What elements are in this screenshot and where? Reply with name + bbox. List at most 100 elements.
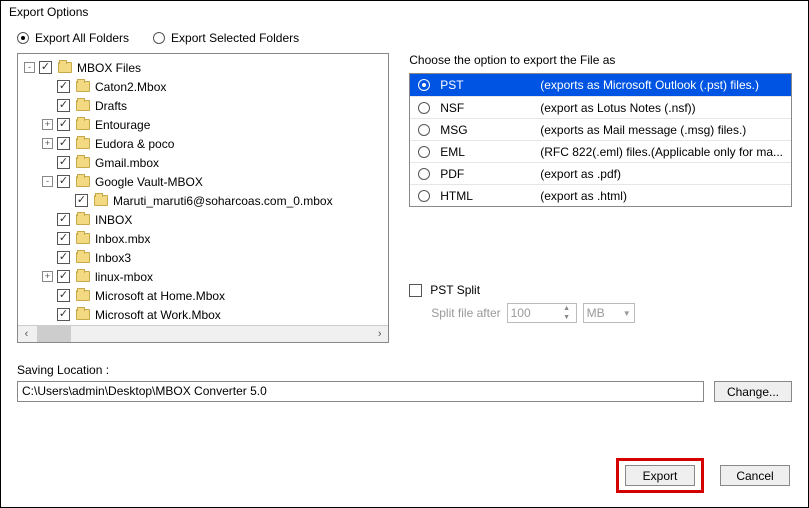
tree-row[interactable]: + ✓ linux-mbox: [24, 267, 382, 286]
horizontal-scrollbar[interactable]: ‹ ›: [18, 325, 388, 342]
folder-label: MBOX Files: [77, 61, 141, 75]
tree-row[interactable]: ✓ Microsoft at Home.Mbox: [24, 286, 382, 305]
folder-icon: [76, 176, 90, 187]
scroll-thumb[interactable]: [37, 326, 71, 342]
format-name: HTML: [440, 189, 530, 203]
split-after-label: Split file after: [431, 306, 500, 320]
folder-checkbox[interactable]: ✓: [57, 213, 70, 226]
folder-icon: [76, 157, 90, 168]
format-option-nsf[interactable]: NSF(export as Lotus Notes (.nsf)): [410, 96, 791, 118]
tree-row[interactable]: ✓ Caton2.Mbox: [24, 77, 382, 96]
expand-icon[interactable]: +: [42, 119, 53, 130]
folder-icon: [76, 100, 90, 111]
radio-export-selected[interactable]: Export Selected Folders: [153, 31, 299, 45]
spinner-down-icon[interactable]: ▼: [561, 313, 573, 322]
folder-checkbox[interactable]: ✓: [57, 99, 70, 112]
folder-checkbox[interactable]: ✓: [57, 80, 70, 93]
tree-row[interactable]: + ✓ Eudora & poco: [24, 134, 382, 153]
tree-row[interactable]: ✓Microsoft at Work.Mbox: [24, 305, 382, 324]
dialog-title: Export Options: [1, 1, 808, 23]
tree-row[interactable]: + ✓ Entourage: [24, 115, 382, 134]
split-size-value: 100: [511, 306, 531, 320]
export-button[interactable]: Export: [625, 465, 695, 486]
folder-checkbox[interactable]: ✓: [57, 251, 70, 264]
split-unit-select[interactable]: MB ▼: [583, 303, 635, 323]
scroll-right-icon[interactable]: ›: [371, 326, 388, 342]
folder-label: Drafts: [95, 99, 127, 113]
folder-icon: [76, 309, 90, 320]
folder-tree[interactable]: -✓MBOX Files✓Caton2.Mbox✓Drafts+✓Entoura…: [17, 53, 389, 343]
radio-export-all[interactable]: Export All Folders: [17, 31, 129, 45]
expand-icon[interactable]: +: [42, 271, 53, 282]
folder-checkbox[interactable]: ✓: [57, 137, 70, 150]
tree-row[interactable]: ✓ Gmail.mbox: [24, 153, 382, 172]
folder-label: Gmail.mbox: [95, 156, 159, 170]
format-desc: (export as .html): [540, 189, 783, 203]
format-option-msg[interactable]: MSG(exports as Mail message (.msg) files…: [410, 118, 791, 140]
radio-icon: [418, 168, 430, 180]
split-size-input[interactable]: 100 ▲ ▼: [507, 303, 577, 323]
folder-checkbox[interactable]: ✓: [75, 194, 88, 207]
folder-checkbox[interactable]: ✓: [57, 308, 70, 321]
radio-icon: [418, 146, 430, 158]
format-desc: (RFC 822(.eml) files.(Applicable only fo…: [540, 145, 783, 159]
folder-icon: [94, 195, 108, 206]
folder-label: Maruti_maruti6@soharcoas.com_0.mbox: [113, 194, 333, 208]
format-name: PST: [440, 78, 530, 92]
expand-icon[interactable]: +: [42, 138, 53, 149]
folder-checkbox[interactable]: ✓: [57, 232, 70, 245]
tree-row[interactable]: ✓ INBOX: [24, 210, 382, 229]
folder-label: Caton2.Mbox: [95, 80, 166, 94]
tree-row[interactable]: ✓ Maruti_maruti6@soharcoas.com_0.mbox: [24, 191, 382, 210]
folder-label: Microsoft at Home.Mbox: [95, 289, 225, 303]
tree-row[interactable]: -✓ MBOX Files: [24, 58, 382, 77]
radio-icon: [418, 190, 430, 202]
folder-label: Entourage: [95, 118, 150, 132]
format-option-html[interactable]: HTML (export as .html): [410, 184, 791, 206]
format-name: MSG: [440, 123, 530, 137]
format-option-eml[interactable]: EML (RFC 822(.eml) files.(Applicable only…: [410, 140, 791, 162]
folder-checkbox[interactable]: ✓: [57, 156, 70, 169]
saving-location-label: Saving Location :: [17, 363, 792, 377]
saving-path-input[interactable]: C:\Users\admin\Desktop\MBOX Converter 5.…: [17, 381, 704, 402]
folder-checkbox[interactable]: ✓: [57, 289, 70, 302]
format-name: EML: [440, 145, 530, 159]
split-unit-value: MB: [587, 306, 605, 320]
format-name: PDF: [440, 167, 530, 181]
cancel-button[interactable]: Cancel: [720, 465, 790, 486]
folder-label: Inbox.mbx: [95, 232, 150, 246]
format-desc: (exports as Microsoft Outlook (.pst) fil…: [540, 78, 783, 92]
format-name: NSF: [440, 101, 530, 115]
folder-icon: [58, 62, 72, 73]
pst-split-checkbox[interactable]: [409, 284, 422, 297]
collapse-icon[interactable]: -: [24, 62, 35, 73]
export-format-heading: Choose the option to export the File as: [409, 53, 792, 67]
folder-label: linux-mbox: [95, 270, 153, 284]
scroll-left-icon[interactable]: ‹: [18, 326, 35, 342]
folder-icon: [76, 252, 90, 263]
folder-icon: [76, 119, 90, 130]
change-button[interactable]: Change...: [714, 381, 792, 402]
folder-label: Inbox3: [95, 251, 131, 265]
folder-label: Eudora & poco: [95, 137, 174, 151]
tree-row[interactable]: -✓Google Vault-MBOX: [24, 172, 382, 191]
folder-checkbox[interactable]: ✓: [57, 270, 70, 283]
radio-icon: [418, 79, 430, 91]
folder-icon: [76, 138, 90, 149]
collapse-icon[interactable]: -: [42, 176, 53, 187]
format-option-pdf[interactable]: PDF (export as .pdf): [410, 162, 791, 184]
tree-row[interactable]: ✓ Inbox.mbx: [24, 229, 382, 248]
folder-checkbox[interactable]: ✓: [39, 61, 52, 74]
folder-icon: [76, 233, 90, 244]
format-list: PST (exports as Microsoft Outlook (.pst) …: [409, 73, 792, 207]
format-desc: (export as .pdf): [540, 167, 783, 181]
spinner-up-icon[interactable]: ▲: [561, 304, 573, 313]
folder-checkbox[interactable]: ✓: [57, 175, 70, 188]
pst-split-label: PST Split: [430, 283, 480, 297]
format-option-pst[interactable]: PST (exports as Microsoft Outlook (.pst) …: [410, 74, 791, 96]
folder-label: INBOX: [95, 213, 132, 227]
folder-icon: [76, 271, 90, 282]
folder-checkbox[interactable]: ✓: [57, 118, 70, 131]
tree-row[interactable]: ✓ Inbox3: [24, 248, 382, 267]
tree-row[interactable]: ✓ Drafts: [24, 96, 382, 115]
